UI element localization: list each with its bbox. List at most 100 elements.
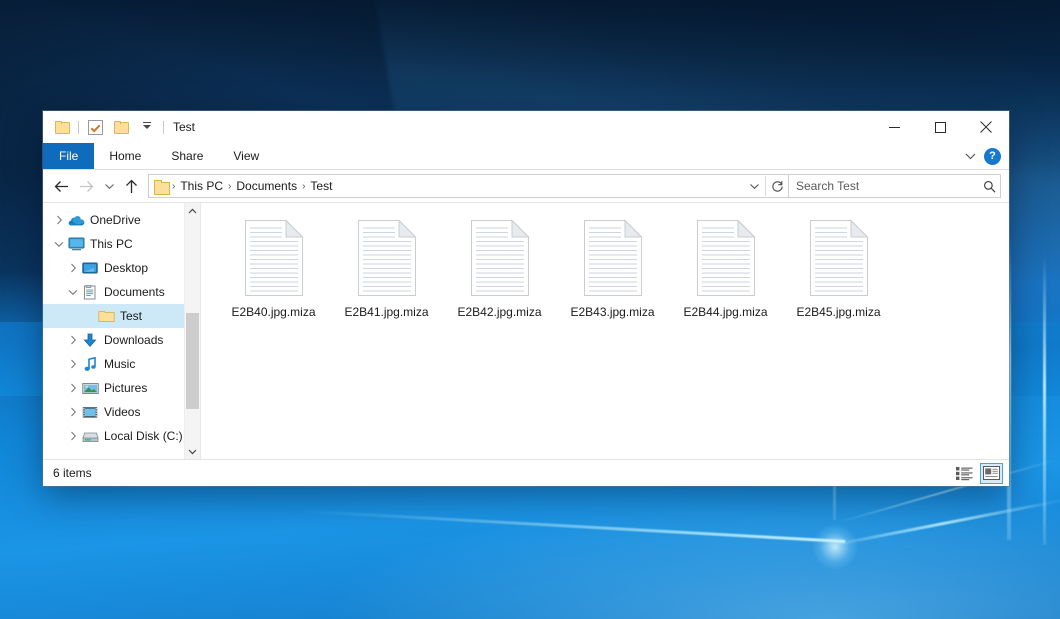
generic-document-icon bbox=[581, 219, 645, 297]
breadcrumb-this-pc[interactable]: This PC bbox=[176, 179, 227, 193]
minimize-button[interactable] bbox=[871, 111, 917, 143]
view-toggle-group bbox=[953, 463, 1003, 484]
file-grid: E2B40.jpg.miza bbox=[217, 219, 1009, 319]
ribbon-right-controls: ? bbox=[962, 143, 1009, 169]
window-title: Test bbox=[173, 120, 195, 134]
file-item[interactable]: E2B43.jpg.miza bbox=[556, 219, 669, 319]
tab-view[interactable]: View bbox=[218, 143, 274, 169]
sidebar-item-pictures[interactable]: Pictures bbox=[43, 376, 200, 400]
chevron-right-icon[interactable] bbox=[65, 359, 81, 369]
up-button[interactable] bbox=[119, 173, 144, 199]
explorer-body: OneDrive This PC bbox=[43, 202, 1009, 459]
sidebar-item-documents[interactable]: Documents bbox=[43, 280, 200, 304]
file-name: E2B42.jpg.miza bbox=[457, 305, 541, 319]
new-folder-icon bbox=[114, 121, 128, 133]
chevron-right-icon[interactable] bbox=[65, 383, 81, 393]
chevron-down-icon[interactable] bbox=[65, 289, 81, 296]
scrollbar-thumb[interactable] bbox=[186, 313, 199, 409]
tab-share[interactable]: Share bbox=[156, 143, 218, 169]
large-icons-view-button[interactable] bbox=[980, 463, 1003, 484]
quick-access-toolbar: Test bbox=[43, 111, 195, 143]
breadcrumb-bar[interactable]: › This PC › Documents › Test bbox=[148, 174, 789, 198]
sidebar-item-onedrive[interactable]: OneDrive bbox=[43, 208, 200, 232]
maximize-button[interactable] bbox=[917, 111, 963, 143]
scroll-down-arrow-icon[interactable] bbox=[185, 444, 200, 459]
file-item[interactable]: E2B44.jpg.miza bbox=[669, 219, 782, 319]
breadcrumb-documents[interactable]: Documents bbox=[232, 179, 301, 193]
sidebar-item-music[interactable]: Music bbox=[43, 352, 200, 376]
monitor-icon bbox=[67, 237, 85, 251]
sidebar-item-desktop[interactable]: Desktop bbox=[43, 256, 200, 280]
sidebar-label-downloads: Downloads bbox=[104, 333, 163, 347]
folder-icon bbox=[55, 121, 69, 133]
file-item[interactable]: E2B41.jpg.miza bbox=[330, 219, 443, 319]
chevron-right-icon[interactable] bbox=[65, 263, 81, 273]
forward-arrow-icon bbox=[79, 180, 94, 193]
cloud-icon bbox=[67, 214, 85, 227]
expand-ribbon-button[interactable] bbox=[962, 148, 978, 164]
qat-separator-1 bbox=[78, 121, 79, 134]
tab-home[interactable]: Home bbox=[94, 143, 156, 169]
chevron-down-icon bbox=[749, 183, 760, 190]
search-box[interactable]: Search Test bbox=[789, 174, 1001, 198]
music-icon bbox=[81, 357, 99, 372]
file-item[interactable]: E2B45.jpg.miza bbox=[782, 219, 895, 319]
file-name: E2B41.jpg.miza bbox=[344, 305, 428, 319]
generic-document-icon bbox=[694, 219, 758, 297]
chevron-right-icon[interactable] bbox=[51, 215, 67, 225]
details-view-icon bbox=[956, 466, 973, 481]
navigation-pane-scrollbar[interactable] bbox=[184, 203, 200, 459]
file-name: E2B43.jpg.miza bbox=[570, 305, 654, 319]
caption-buttons bbox=[871, 111, 1009, 143]
wallpaper-beam-origin-glow bbox=[812, 524, 858, 570]
search-input[interactable]: Search Test bbox=[796, 179, 983, 193]
minimize-icon bbox=[889, 122, 900, 133]
file-item[interactable]: E2B42.jpg.miza bbox=[443, 219, 556, 319]
qat-separator-2 bbox=[163, 121, 164, 134]
up-arrow-icon bbox=[125, 179, 138, 194]
qat-properties-button[interactable] bbox=[85, 117, 105, 137]
scroll-up-arrow-icon[interactable] bbox=[185, 203, 200, 218]
breadcrumb-test[interactable]: Test bbox=[306, 179, 336, 193]
details-view-button[interactable] bbox=[953, 463, 976, 484]
refresh-button[interactable] bbox=[766, 176, 788, 196]
search-icon bbox=[983, 180, 996, 193]
chevron-down-icon bbox=[965, 153, 976, 160]
close-button[interactable] bbox=[963, 111, 1009, 143]
recent-locations-button[interactable] bbox=[99, 173, 119, 199]
file-name: E2B45.jpg.miza bbox=[796, 305, 880, 319]
chevron-right-icon[interactable] bbox=[65, 431, 81, 441]
drive-icon bbox=[81, 430, 99, 443]
breadcrumb-folder-icon bbox=[154, 180, 169, 193]
sidebar-item-downloads[interactable]: Downloads bbox=[43, 328, 200, 352]
scrollbar-track[interactable] bbox=[185, 218, 200, 444]
generic-document-icon bbox=[807, 219, 871, 297]
chevron-down-icon bbox=[104, 183, 115, 190]
help-button[interactable]: ? bbox=[984, 148, 1001, 165]
qat-customize-button[interactable] bbox=[137, 117, 157, 137]
file-list-view[interactable]: E2B40.jpg.miza bbox=[200, 203, 1009, 459]
chevron-right-icon[interactable] bbox=[65, 335, 81, 345]
tab-file[interactable]: File bbox=[43, 143, 94, 169]
back-button[interactable] bbox=[49, 173, 74, 199]
sidebar-item-local-disk[interactable]: Local Disk (C:) bbox=[43, 424, 200, 448]
qat-folder-button[interactable] bbox=[52, 117, 72, 137]
chevron-right-icon[interactable] bbox=[65, 407, 81, 417]
sidebar-label-desktop: Desktop bbox=[104, 261, 148, 275]
forward-button[interactable] bbox=[74, 173, 99, 199]
chevron-down-icon[interactable] bbox=[51, 241, 67, 248]
file-explorer-window: Test File Home Share View bbox=[43, 111, 1009, 486]
documents-icon bbox=[81, 285, 99, 300]
sidebar-label-music: Music bbox=[104, 357, 135, 371]
download-icon bbox=[81, 333, 99, 348]
maximize-icon bbox=[935, 122, 946, 133]
qat-new-folder-button[interactable] bbox=[111, 117, 131, 137]
sidebar-item-this-pc[interactable]: This PC bbox=[43, 232, 200, 256]
sidebar-item-test[interactable]: Test bbox=[43, 304, 200, 328]
address-dropdown-button[interactable] bbox=[743, 176, 765, 196]
folder-icon bbox=[97, 309, 115, 323]
file-item[interactable]: E2B40.jpg.miza bbox=[217, 219, 330, 319]
desktop-icon bbox=[81, 262, 99, 275]
sidebar-item-videos[interactable]: Videos bbox=[43, 400, 200, 424]
generic-document-icon bbox=[242, 219, 306, 297]
